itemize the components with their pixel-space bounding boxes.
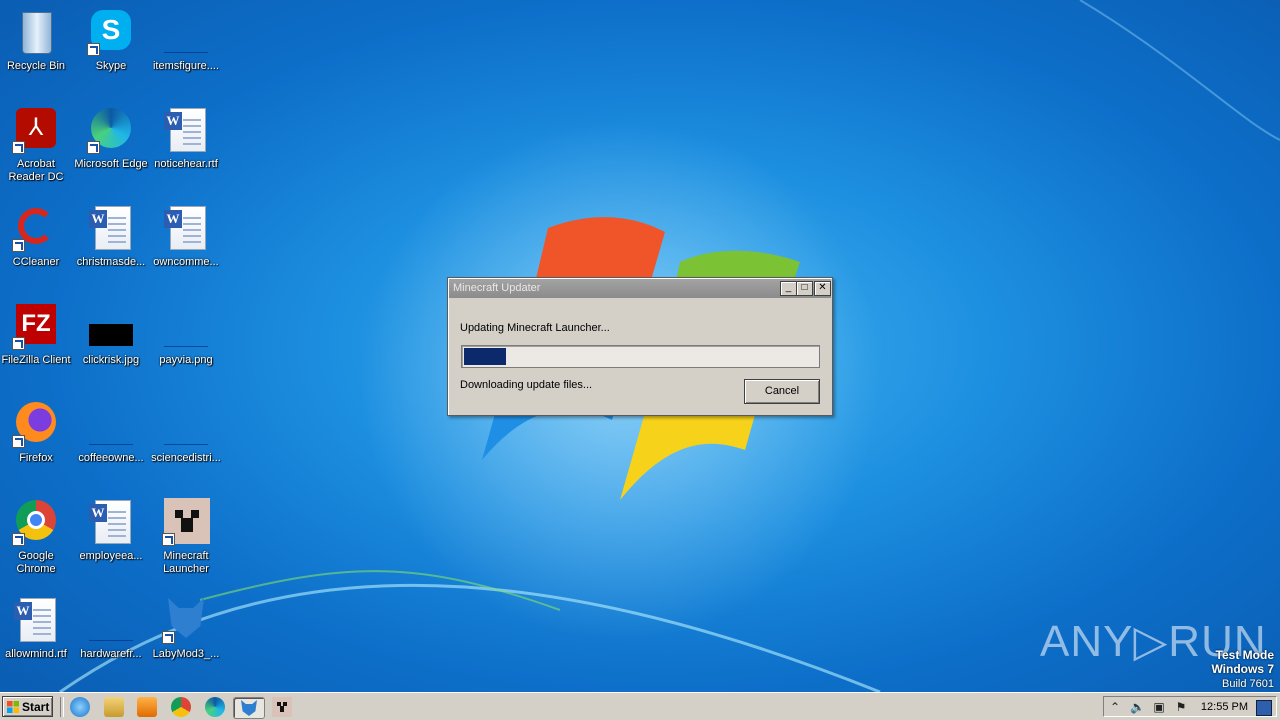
minecraft-taskbar-icon[interactable] bbox=[272, 697, 292, 717]
desktop-icon-noticehear[interactable]: W noticehear.rtf bbox=[148, 102, 224, 192]
update-message: Updating Minecraft Launcher... bbox=[460, 322, 610, 334]
shortcut-arrow-icon bbox=[12, 337, 25, 350]
desktop-icon-christmasde[interactable]: W christmasde... bbox=[73, 200, 149, 290]
image-file-icon bbox=[87, 302, 135, 350]
firefox-icon bbox=[12, 400, 60, 448]
chrome-icon bbox=[12, 498, 60, 546]
ccleaner-icon bbox=[12, 204, 60, 252]
desktop-icon-allowmind[interactable]: W allowmind.rtf bbox=[0, 592, 74, 682]
desktop-icon-employeea[interactable]: W employeea... bbox=[73, 494, 149, 584]
blank-file-icon bbox=[87, 400, 135, 448]
status-text: Downloading update files... bbox=[460, 379, 593, 391]
word-document-icon: W bbox=[162, 204, 210, 252]
labymod-taskbar-button[interactable] bbox=[233, 697, 265, 719]
minecraft-creeper-icon bbox=[162, 498, 210, 546]
shortcut-arrow-icon bbox=[12, 141, 25, 154]
shortcut-arrow-icon bbox=[162, 631, 175, 644]
shortcut-arrow-icon bbox=[87, 43, 100, 56]
desktop-icon-labymod[interactable]: LabyMod3_... bbox=[148, 592, 224, 682]
dialog-title: Minecraft Updater bbox=[453, 282, 541, 294]
minimize-button[interactable]: _ bbox=[780, 281, 797, 296]
progress-fill bbox=[464, 348, 506, 365]
word-document-icon: W bbox=[162, 106, 210, 154]
maximize-button[interactable]: □ bbox=[796, 281, 813, 296]
blank-file-icon bbox=[162, 8, 210, 56]
shortcut-arrow-icon bbox=[87, 141, 100, 154]
word-document-icon: W bbox=[12, 596, 60, 644]
action-center-flag-icon[interactable]: ⚑ bbox=[1174, 700, 1188, 714]
build-number-text: Build 7601 bbox=[1222, 678, 1274, 690]
windows-version-text: Windows 7 bbox=[1211, 662, 1274, 676]
desktop-icon-ccleaner[interactable]: CCleaner bbox=[0, 200, 74, 290]
network-icon[interactable]: ▣ bbox=[1152, 700, 1166, 714]
shortcut-arrow-icon bbox=[12, 435, 25, 448]
desktop-icon-owncomme[interactable]: W owncomme... bbox=[148, 200, 224, 290]
download-progress-bar bbox=[461, 345, 820, 368]
media-player-icon[interactable] bbox=[137, 697, 157, 717]
taskbar: Start ⌃ 🔈 ▣ ⚑ 12:55 PM bbox=[0, 692, 1280, 720]
desktop-icon-coffeeowne[interactable]: coffeeowne... bbox=[73, 396, 149, 486]
shortcut-arrow-icon bbox=[12, 533, 25, 546]
desktop-icon-filezilla[interactable]: FZ FileZilla Client bbox=[0, 298, 74, 388]
desktop-icon-skype[interactable]: S Skype bbox=[73, 4, 149, 94]
test-mode-text: Test Mode bbox=[1215, 648, 1274, 662]
edge-taskbar-icon[interactable] bbox=[205, 697, 225, 717]
desktop-icon-recycle-bin[interactable]: Recycle Bin bbox=[0, 4, 74, 94]
chrome-taskbar-icon[interactable] bbox=[171, 697, 191, 717]
desktop-icon-google-chrome[interactable]: Google Chrome bbox=[0, 494, 74, 584]
show-hidden-icons-icon[interactable]: ⌃ bbox=[1108, 700, 1122, 714]
desktop-icon-payvia[interactable]: payvia.png bbox=[148, 298, 224, 388]
blank-file-icon bbox=[162, 400, 210, 448]
blank-file-icon bbox=[162, 302, 210, 350]
desktop-icon-clickrisk[interactable]: clickrisk.jpg bbox=[73, 298, 149, 388]
start-button[interactable]: Start bbox=[2, 696, 53, 717]
blank-file-icon bbox=[87, 596, 135, 644]
close-button[interactable]: ✕ bbox=[814, 281, 831, 296]
minecraft-updater-dialog: Minecraft Updater _ □ ✕ Updating Minecra… bbox=[447, 277, 833, 416]
word-document-icon: W bbox=[87, 498, 135, 546]
word-document-icon: W bbox=[87, 204, 135, 252]
internet-explorer-icon[interactable] bbox=[70, 697, 90, 717]
desktop-icon-hardwarefr[interactable]: hardwarefr... bbox=[73, 592, 149, 682]
cancel-button[interactable]: Cancel bbox=[744, 379, 820, 404]
taskbar-separator bbox=[60, 697, 64, 717]
show-desktop-icon[interactable] bbox=[1256, 700, 1272, 716]
desktop-icon-acrobat-reader[interactable]: ⅄ Acrobat Reader DC bbox=[0, 102, 74, 192]
system-tray: ⌃ 🔈 ▣ ⚑ 12:55 PM bbox=[1103, 696, 1277, 717]
clock[interactable]: 12:55 PM bbox=[1201, 697, 1248, 717]
desktop-icon-firefox[interactable]: Firefox bbox=[0, 396, 74, 486]
filezilla-icon: FZ bbox=[12, 302, 60, 350]
desktop-icon-microsoft-edge[interactable]: Microsoft Edge bbox=[73, 102, 149, 192]
windows-logo-icon bbox=[7, 701, 19, 713]
labymod-wolf-icon bbox=[241, 700, 257, 716]
start-label: Start bbox=[22, 700, 50, 714]
labymod-wolf-icon bbox=[162, 596, 210, 644]
recycle-bin-icon bbox=[12, 8, 60, 56]
dialog-title-bar[interactable]: Minecraft Updater _ □ ✕ bbox=[449, 279, 831, 298]
acrobat-icon: ⅄ bbox=[12, 106, 60, 154]
shortcut-arrow-icon bbox=[162, 533, 175, 546]
edge-icon bbox=[87, 106, 135, 154]
volume-icon[interactable]: 🔈 bbox=[1130, 700, 1145, 714]
file-explorer-icon[interactable] bbox=[104, 697, 124, 717]
skype-icon: S bbox=[87, 8, 135, 56]
desktop-icon-minecraft-launcher[interactable]: Minecraft Launcher bbox=[148, 494, 224, 584]
shortcut-arrow-icon bbox=[12, 239, 25, 252]
desktop-icon-itemsfigure[interactable]: itemsfigure.... bbox=[148, 4, 224, 94]
desktop-icon-sciencedistri[interactable]: sciencedistri... bbox=[148, 396, 224, 486]
